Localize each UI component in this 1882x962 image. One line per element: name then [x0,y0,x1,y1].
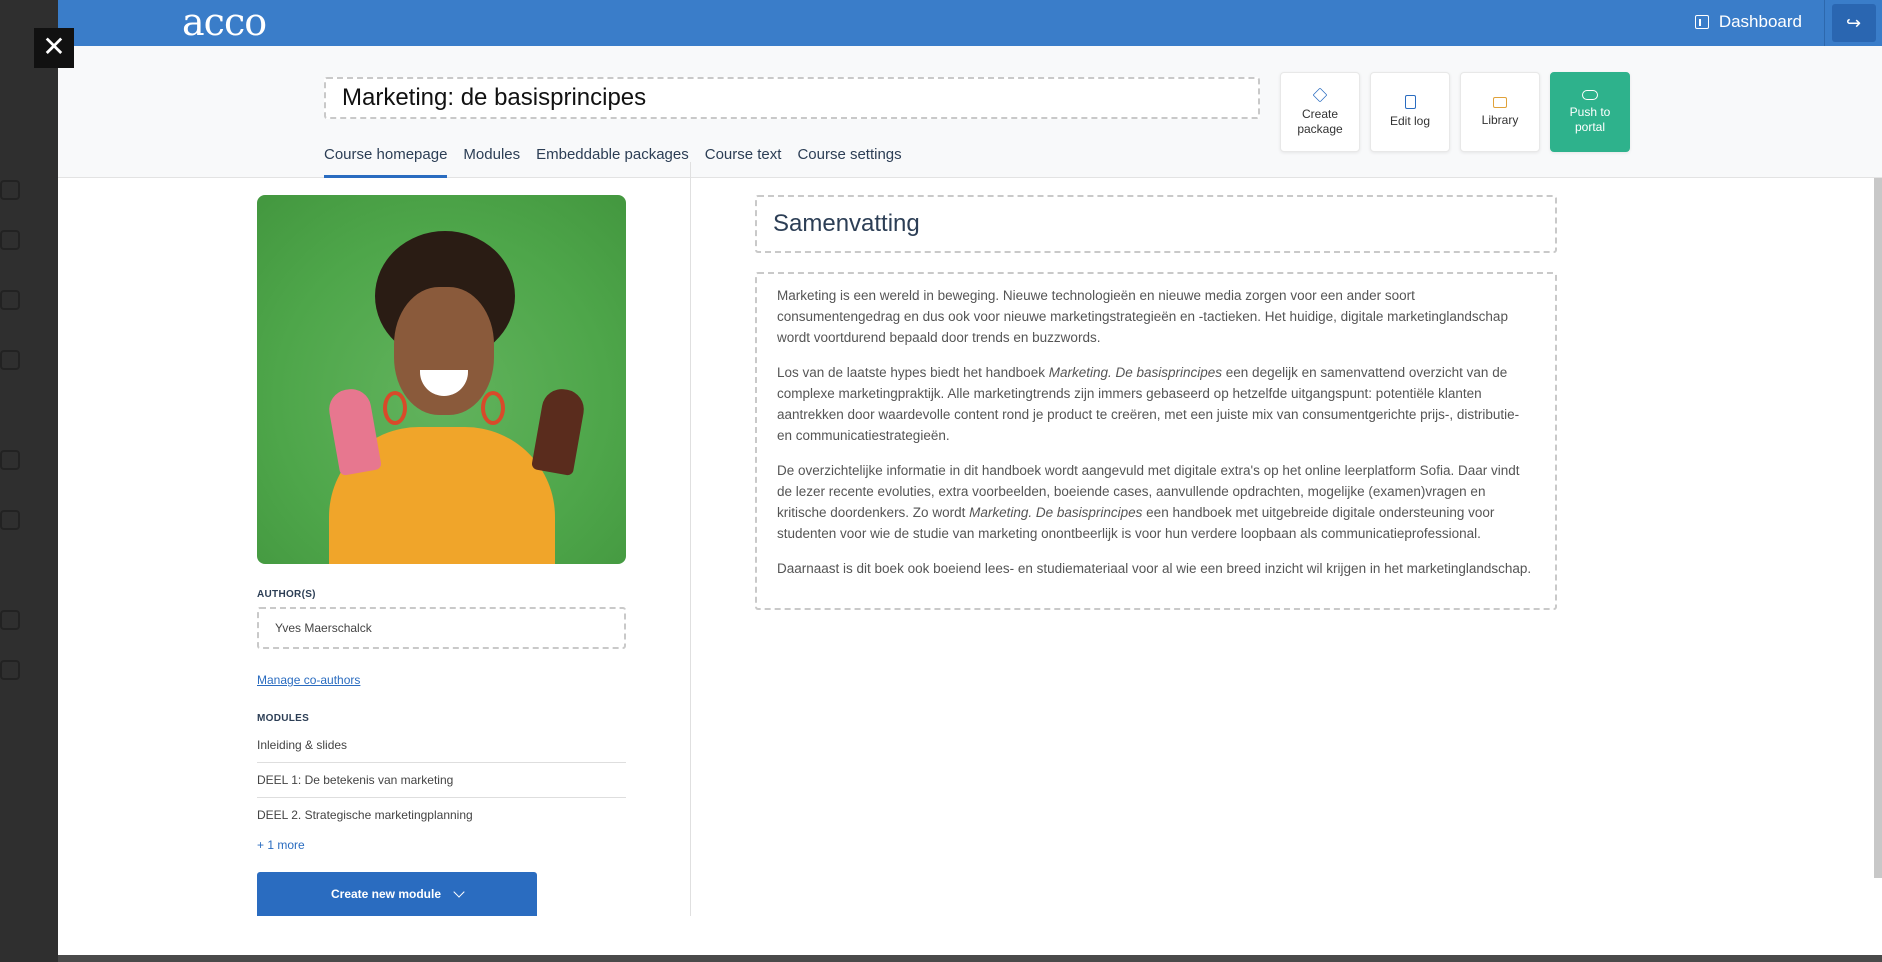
bg-user-icon [0,180,20,200]
course-header: Marketing: de basisprincipes Course home… [58,46,1882,178]
library-label: Library [1481,112,1519,127]
tab-course-homepage[interactable]: Course homepage [324,140,448,178]
authors-heading: AUTHOR(S) [257,589,316,600]
push-to-portal-button[interactable]: Push to portal [1550,72,1630,152]
summary-paragraph: Los van de laatste hypes biedt het handb… [777,365,1520,443]
bg-globe-icon [0,230,20,250]
logout-icon: ↪ [1845,12,1862,33]
bg-image-icon [0,610,20,630]
create-package-label: Create package [1297,106,1343,136]
create-module-label: Create new module [330,887,442,901]
bg-lock-icon [0,660,20,680]
module-item[interactable]: DEEL 2. Strategische marketingplanning [257,798,626,833]
bg-table-icon [0,290,20,310]
course-title-field[interactable]: Marketing: de basisprincipes [324,77,1260,119]
edit-log-label: Edit log [1389,114,1431,128]
author-field[interactable]: Yves Maerschalck [257,607,626,649]
cloud-icon [1582,89,1598,100]
bg-doc-icon [0,510,20,530]
more-modules-link[interactable]: + 1 more [257,838,305,852]
modules-list: Inleiding & slides DEEL 1: De betekenis … [257,728,626,833]
summary-paragraph: Daarnaast is dit boek ook boeiend lees- … [777,561,1532,576]
column-divider [690,162,691,916]
clipboard-icon [1404,95,1416,109]
tab-embeddable-packages[interactable]: Embeddable packages [536,140,689,178]
tab-course-settings[interactable]: Course settings [797,140,901,178]
action-buttons: Create package Edit log Library Push to … [1280,72,1630,152]
background-sidebar [0,0,58,962]
modules-heading: MODULES [257,713,310,724]
dashboard-link[interactable]: Dashboard [1694,0,1802,44]
cover-popsicle-pink [326,385,382,477]
create-new-module-button[interactable]: Create new module [257,872,537,916]
close-icon: ✕ [42,31,66,62]
dashboard-label: Dashboard [1718,12,1802,31]
chevron-down-icon [453,886,465,898]
course-tabs: Course homepage Modules Embeddable packa… [324,140,902,178]
logout-area: ↪ [1824,0,1882,46]
top-bar: acco Dashboard ↪ [58,0,1882,46]
tab-modules[interactable]: Modules [463,140,520,178]
summary-title-field[interactable]: Samenvatting [755,195,1557,253]
acco-logo[interactable]: acco [182,2,267,42]
cover-earring-right [481,391,505,425]
dashboard-icon [1694,15,1709,29]
summary-paragraph: Marketing is een wereld in beweging. Nie… [777,288,1508,345]
folder-icon [1493,96,1507,108]
cube-icon [1312,87,1328,102]
cover-earring-left [383,391,407,425]
summary-paragraph: De overzichtelijke informatie in dit han… [777,463,1520,541]
bg-group-icon [0,350,20,370]
manage-coauthors-link[interactable]: Manage co-authors [257,673,360,687]
logout-button[interactable]: ↪ [1831,4,1876,42]
create-package-button[interactable]: Create package [1280,72,1360,152]
edit-log-button[interactable]: Edit log [1370,72,1450,152]
module-item[interactable]: DEEL 1: De betekenis van marketing [257,763,626,798]
bg-mail-icon [0,450,20,470]
close-modal-button[interactable]: ✕ [34,28,74,68]
course-cover-image[interactable] [257,195,626,564]
summary-text-field[interactable]: Marketing is een wereld in beweging. Nie… [755,272,1557,610]
cover-popsicle-chocolate [531,385,587,477]
module-item[interactable]: Inleiding & slides [257,728,626,763]
push-to-portal-label: Push to portal [1569,104,1611,134]
bottom-edge [58,955,1882,962]
vertical-scrollbar[interactable] [1874,178,1882,878]
tab-course-text[interactable]: Course text [705,140,782,178]
library-button[interactable]: Library [1460,72,1540,152]
